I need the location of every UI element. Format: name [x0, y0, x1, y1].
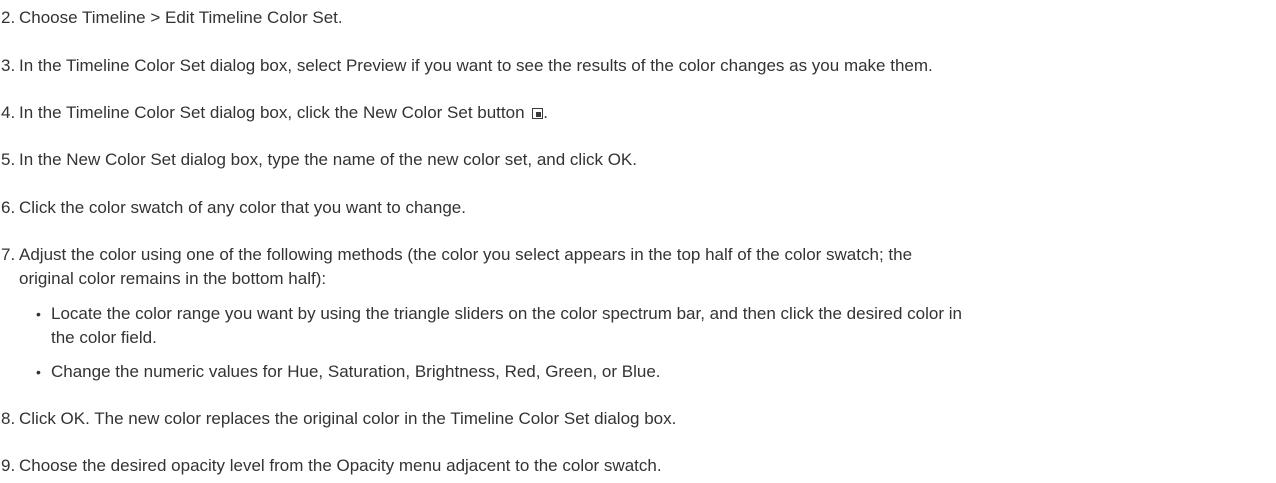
step-number: 6. — [1, 198, 16, 217]
step-text: Choose the desired opacity level from th… — [19, 456, 662, 475]
substep-locate-color: • Locate the color range you want by usin… — [36, 302, 1266, 350]
step-text-end: . — [543, 103, 549, 122]
step-text: Choose Timeline > Edit Timeline Color Se… — [19, 8, 343, 27]
step-text: Adjust the color using one of the follow… — [19, 245, 913, 264]
step-number: 5. — [1, 150, 16, 169]
step-text: In the Timeline Color Set dialog box, cl… — [19, 103, 525, 122]
step-number: 9. — [1, 456, 16, 475]
step-text: Click OK. The new color replaces the ori… — [19, 409, 677, 428]
step-2: 2. Choose Timeline > Edit Timeline Color … — [1, 6, 1261, 30]
step-text: In the New Color Set dialog box, type th… — [19, 150, 637, 169]
step-text-continued: original color remains in the bottom hal… — [19, 269, 327, 288]
step-number: 2. — [1, 8, 16, 27]
step-number: 4. — [1, 103, 16, 122]
step-text: Click the color swatch of any color that… — [19, 198, 466, 217]
bullet: • — [36, 364, 41, 380]
step-text: In the Timeline Color Set dialog box, se… — [19, 56, 933, 75]
step-7: 7. Adjust the color using one of the foll… — [1, 243, 1261, 291]
step-number: 8. — [1, 409, 16, 428]
step-6: 6. Click the color swatch of any color th… — [1, 196, 1261, 220]
substep-text: Change the numeric values for Hue, Satur… — [51, 362, 661, 381]
step-number: 3. — [1, 56, 16, 75]
step-number: 7. — [1, 245, 16, 264]
step-3: 3. In the Timeline Color Set dialog box, … — [1, 54, 1261, 78]
substep-text: Locate the color range you want by using… — [51, 304, 962, 323]
new-color-set-icon — [532, 108, 544, 119]
step-9: 9. Choose the desired opacity level from … — [1, 454, 1261, 478]
step-5: 5. In the New Color Set dialog box, type … — [1, 148, 1261, 172]
substep-text-continued: the color field. — [51, 328, 157, 347]
step-8: 8. Click OK. The new color replaces the o… — [1, 407, 1261, 431]
substep-numeric-values: • Change the numeric values for Hue, Satu… — [36, 360, 1266, 384]
bullet: • — [36, 306, 41, 322]
step-4: 4. In the Timeline Color Set dialog box, … — [1, 101, 1261, 125]
